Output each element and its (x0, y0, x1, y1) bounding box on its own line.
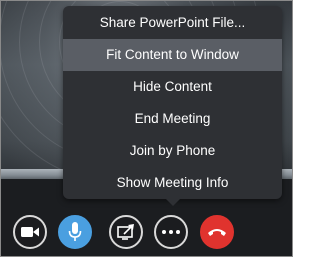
hang-up-phone-icon (207, 227, 227, 237)
menu-item-show-meeting-info[interactable]: Show Meeting Info (63, 167, 282, 199)
microphone-icon (68, 222, 82, 242)
meeting-window: Share PowerPoint File... Fit Content to … (0, 0, 293, 257)
share-screen-button[interactable] (109, 215, 143, 249)
end-call-button[interactable] (200, 215, 234, 249)
microphone-button[interactable] (58, 215, 92, 249)
menu-pointer (165, 198, 181, 206)
video-camera-icon (21, 226, 39, 238)
more-options-button[interactable] (154, 215, 188, 249)
menu-item-share-powerpoint[interactable]: Share PowerPoint File... (63, 7, 282, 39)
menu-item-end-meeting[interactable]: End Meeting (63, 103, 282, 135)
share-screen-icon (117, 224, 135, 240)
menu-item-join-by-phone[interactable]: Join by Phone (63, 135, 282, 167)
more-options-menu: Share PowerPoint File... Fit Content to … (63, 6, 282, 199)
menu-item-fit-content[interactable]: Fit Content to Window (63, 39, 282, 71)
video-button[interactable] (13, 215, 47, 249)
more-options-icon (162, 230, 180, 234)
menu-item-hide-content[interactable]: Hide Content (63, 71, 282, 103)
